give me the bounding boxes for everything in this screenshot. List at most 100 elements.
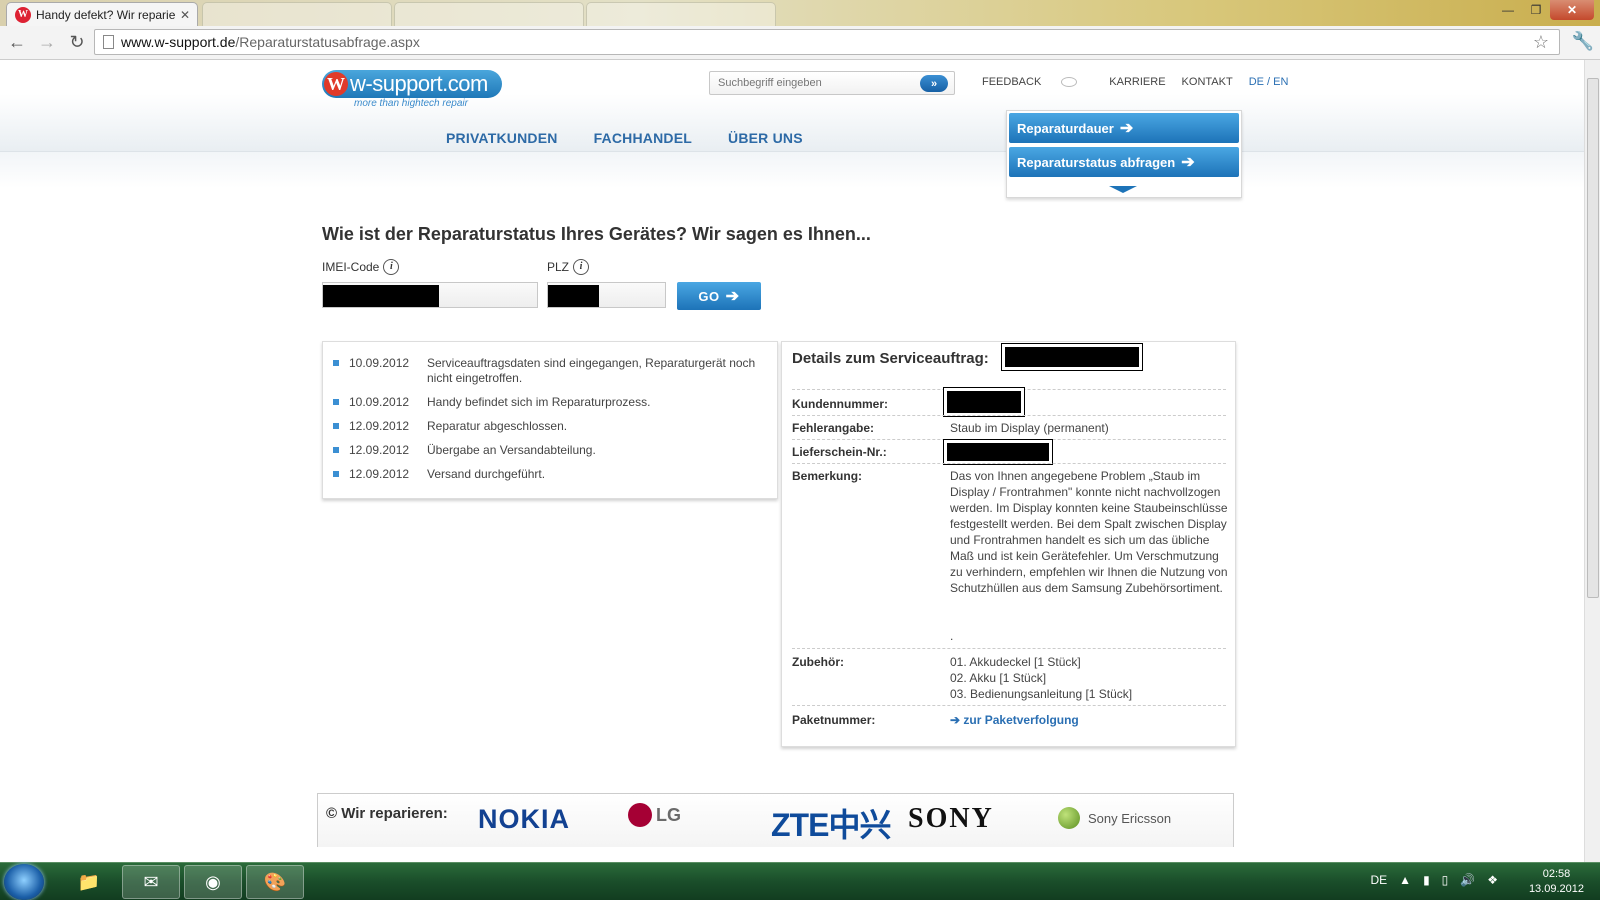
scrollbar-thumb[interactable] <box>1587 78 1599 598</box>
detail-row-fehlerangabe: Fehlerangabe: Staub im Display (permanen… <box>792 415 1226 439</box>
reparaturstatus-label: Reparaturstatus abfragen <box>1017 154 1176 170</box>
nav-ueber-uns[interactable]: ÜBER UNS <box>728 130 803 146</box>
kontakt-link[interactable]: KONTAKT <box>1182 76 1233 88</box>
reload-icon[interactable]: ↻ <box>64 30 90 56</box>
timeline-item: 10.09.2012 Serviceauftragsdaten sind ein… <box>333 356 767 386</box>
nav-privatkunden[interactable]: PRIVATKUNDEN <box>446 130 558 146</box>
bullet-icon <box>333 423 339 429</box>
timeline-item: 12.09.2012 Reparatur abgeschlossen. <box>333 419 767 434</box>
favicon-icon: W <box>15 6 31 23</box>
language-indicator[interactable]: DE <box>1371 873 1388 887</box>
power-icon[interactable]: ▯ <box>1442 873 1449 887</box>
minimize-icon[interactable]: — <box>1494 0 1522 20</box>
reparaturdauer-button[interactable]: Reparaturdauer ➔ <box>1009 113 1239 143</box>
arrow-right-icon: ➔ <box>950 713 961 727</box>
start-button[interactable] <box>4 864 44 900</box>
network-icon[interactable]: ▮ <box>1423 873 1430 887</box>
timeline-item: 10.09.2012 Handy befindet sich im Repara… <box>333 395 767 410</box>
imei-input[interactable] <box>322 282 538 308</box>
bemerkung-label: Bemerkung: <box>792 469 863 483</box>
star-icon[interactable]: ☆ <box>1533 32 1549 53</box>
quick-box-pointer <box>1109 186 1137 193</box>
feedback-label: FEEDBACK <box>982 76 1042 88</box>
url-path: /Reparaturstatusabfrage.aspx <box>235 34 420 50</box>
system-tray: DE ▲ ▮ ▯ 🔊 ❖ <box>1371 873 1511 887</box>
site-search: » <box>709 71 955 95</box>
sony-logo[interactable]: SONY <box>908 803 994 835</box>
browser-toolbar: ← → ↻ www.w-support.de/Reparaturstatusab… <box>0 26 1600 60</box>
close-window-icon[interactable]: ✕ <box>1550 0 1594 20</box>
search-input[interactable] <box>710 77 910 89</box>
tab-close-icon[interactable]: ✕ <box>180 8 190 22</box>
karriere-link[interactable]: KARRIERE <box>1109 76 1165 88</box>
arrow-right-icon: ➔ <box>725 288 740 305</box>
plz-label-group: PLZ i <box>547 259 590 275</box>
logo-w-icon: W <box>324 72 348 96</box>
plz-input[interactable] <box>547 282 666 308</box>
site-logo[interactable]: W w-support.com more than hightech repai… <box>322 70 502 116</box>
reparaturdauer-label: Reparaturdauer <box>1017 120 1114 136</box>
redaction-box <box>943 387 1025 417</box>
page-viewport: W w-support.com more than hightech repai… <box>0 60 1584 862</box>
zte-logo[interactable]: ZTE中兴 <box>771 800 891 846</box>
chrome-taskbar-icon[interactable]: ◉ <box>184 865 242 899</box>
info-icon[interactable]: i <box>573 259 590 275</box>
timeline-text: Übergabe an Versandabteilung. <box>427 443 596 457</box>
clock-date: 13.09.2012 <box>1528 883 1584 895</box>
paint-taskbar-icon[interactable]: 🎨 <box>246 865 304 899</box>
zubehoer-item: 02. Akku [1 Stück] <box>950 671 1047 685</box>
redaction-box <box>943 439 1053 465</box>
header-band-lower <box>0 152 1584 188</box>
speech-bubble-icon <box>1061 77 1078 88</box>
forward-icon[interactable]: → <box>34 30 60 56</box>
paketverfolgung-link[interactable]: ➔ zur Paketverfolgung <box>950 712 1230 728</box>
taskbar-clock[interactable]: 02:58 13.09.2012 <box>1529 867 1584 897</box>
language-switch[interactable]: DE / EN <box>1249 76 1289 88</box>
arrow-right-icon: ➔ <box>1119 120 1134 137</box>
detail-row-paketnummer: Paketnummer: ➔ zur Paketverfolgung <box>792 705 1226 733</box>
lg-logo[interactable]: LG <box>628 803 681 827</box>
go-button[interactable]: GO ➔ <box>677 282 761 310</box>
nav-fachhandel[interactable]: FACHHANDEL <box>594 130 692 146</box>
wrench-icon[interactable]: 🔧 <box>1572 31 1594 52</box>
detail-row-lieferschein: Lieferschein-Nr.: <box>792 439 1226 465</box>
details-title: Details zum Serviceauftrag: <box>792 350 989 367</box>
tab-background-3[interactable] <box>586 2 776 26</box>
reparaturstatus-button[interactable]: Reparaturstatus abfragen ➔ <box>1009 147 1239 177</box>
feedback-link[interactable]: FEEDBACK <box>982 76 1093 88</box>
timeline-text: Handy befindet sich im Reparaturprozess. <box>427 395 651 409</box>
plz-label: PLZ <box>547 260 570 274</box>
volume-icon[interactable]: 🔊 <box>1460 873 1475 887</box>
zubehoer-label: Zubehör: <box>792 655 844 669</box>
tab-background-2[interactable] <box>394 2 584 26</box>
wir-reparieren-label: © Wir reparieren: <box>326 805 448 822</box>
info-icon[interactable]: i <box>383 259 400 275</box>
outlook-taskbar-icon[interactable]: ✉ <box>122 865 180 899</box>
nokia-logo[interactable]: NOKIA <box>478 804 570 835</box>
tab-active[interactable]: W Handy defekt? Wir reparier ✕ <box>6 2 198 26</box>
sony-ericsson-logo[interactable]: Sony Ericsson <box>1058 807 1171 829</box>
detail-row-zubehoer: Zubehör: 01. Akkudeckel [1 Stück] 02. Ak… <box>792 648 1226 706</box>
timeline-item: 12.09.2012 Versand durchgeführt. <box>333 467 767 482</box>
address-bar[interactable]: www.w-support.de/Reparaturstatusabfrage.… <box>94 29 1560 55</box>
window-controls: — ❐ ✕ <box>1494 0 1594 20</box>
tray-expand-icon[interactable]: ▲ <box>1399 873 1411 887</box>
search-button[interactable]: » <box>920 75 948 92</box>
order-details-panel: Details zum Serviceauftrag: Kundennummer… <box>781 341 1236 747</box>
bemerkung-value: Das von Ihnen angegebene Problem „Staub … <box>950 469 1228 595</box>
lg-circle-icon <box>628 803 652 827</box>
back-icon[interactable]: ← <box>4 30 30 56</box>
timeline-date: 10.09.2012 <box>349 356 410 370</box>
imei-label-group: IMEI-Code i <box>322 259 400 275</box>
explorer-taskbar-icon[interactable]: 📁 <box>60 865 118 899</box>
arrow-right-icon: ➔ <box>1181 154 1195 171</box>
sony-ericsson-text: Sony Ericsson <box>1088 810 1172 826</box>
lieferschein-label: Lieferschein-Nr.: <box>792 445 887 459</box>
windows-taskbar: 📁 ✉ ◉ 🎨 DE ▲ ▮ ▯ 🔊 ❖ 02:58 13.09.2012 <box>0 862 1600 900</box>
maximize-icon[interactable]: ❐ <box>1522 0 1550 20</box>
fehlerangabe-value: Staub im Display (permanent) <box>950 421 1109 435</box>
logo-slogan: more than hightech repair <box>354 98 468 109</box>
dropbox-icon[interactable]: ❖ <box>1487 873 1498 887</box>
tab-background-1[interactable] <box>202 2 392 26</box>
vertical-scrollbar[interactable] <box>1584 60 1600 862</box>
